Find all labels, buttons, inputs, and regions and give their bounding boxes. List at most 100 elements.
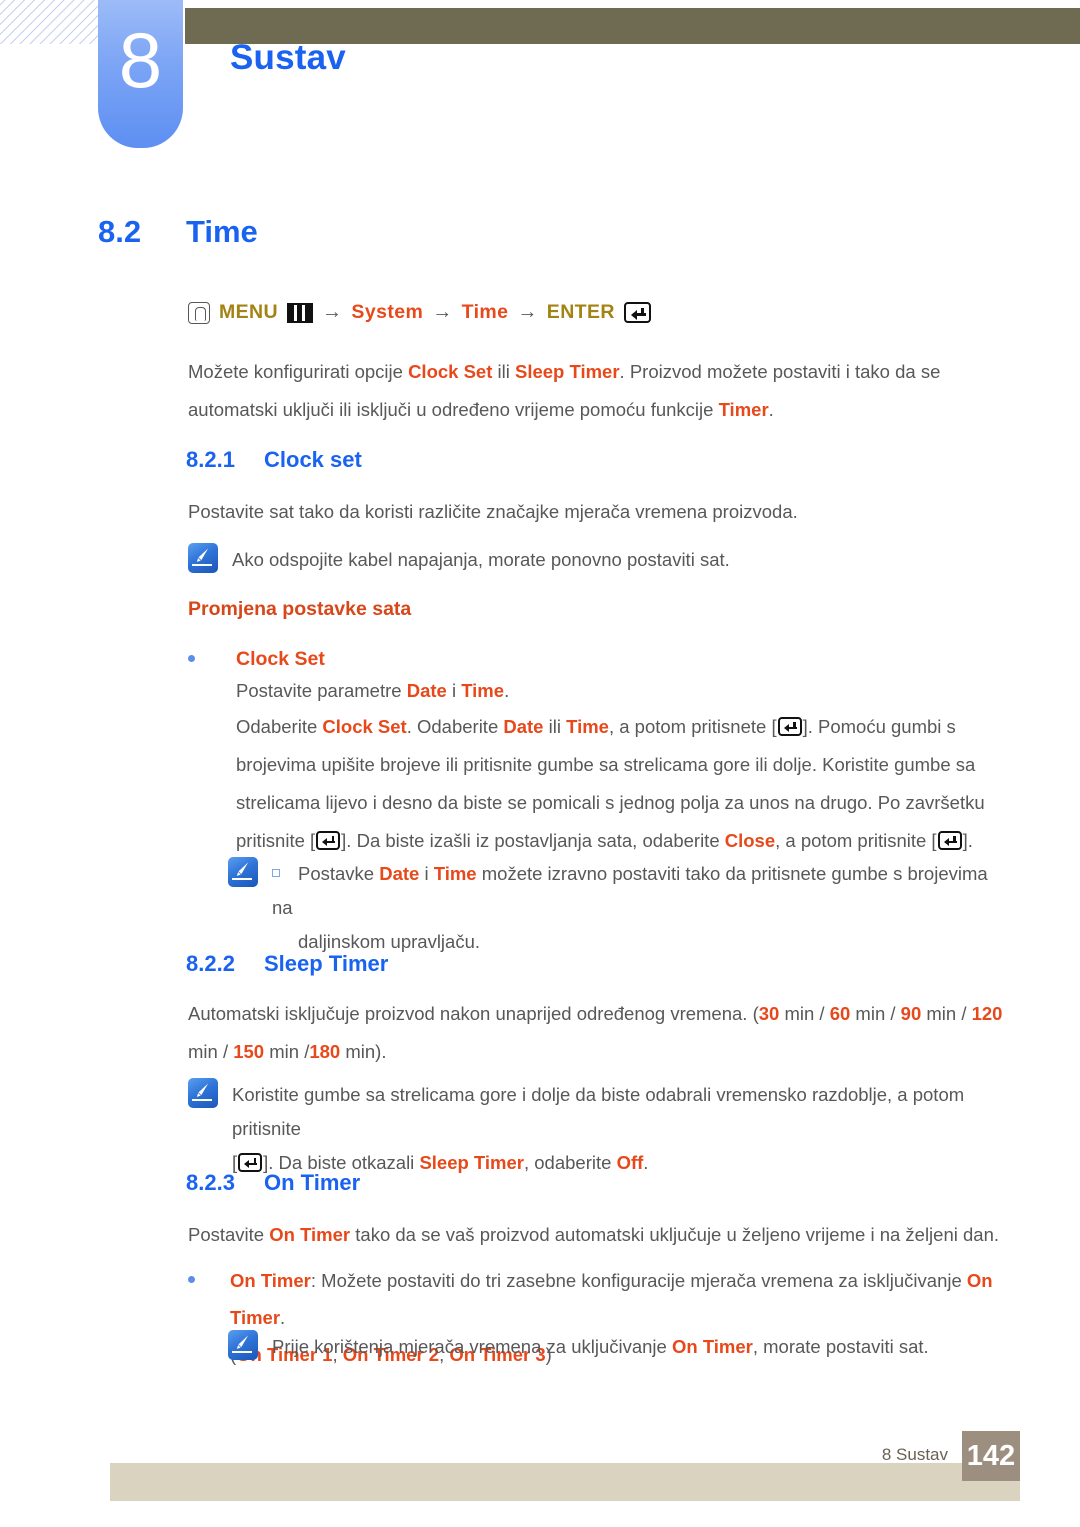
unit-4: min	[188, 1041, 218, 1062]
sleep-text-2: /	[222, 1041, 234, 1062]
arrow-icon-2: →	[432, 301, 453, 323]
bullet-dot-icon-2	[188, 1276, 195, 1283]
note-text-sleep: Koristite gumbe sa strelicama gore i dol…	[232, 1078, 1022, 1180]
keyword-off: Off	[616, 1152, 644, 1173]
sub-bullet-square-icon	[272, 869, 280, 877]
instr-text-2: . Odaberite	[406, 716, 504, 737]
menu-label: MENU	[219, 301, 279, 323]
unit-6: min).	[340, 1041, 387, 1062]
chapter-title: Sustav	[230, 38, 346, 77]
note-icon-rule	[192, 564, 212, 566]
sleep-note-text-4: .	[643, 1152, 649, 1173]
note-clock-set-1: Ako odspojite kabel napajanja, morate po…	[188, 543, 1018, 577]
note-text-on-timer: Prije korištenja mjerača vremena za uklj…	[272, 1330, 929, 1364]
clock-set-instructions: Odaberite Clock Set. Odaberite Date ili …	[236, 708, 1026, 860]
keyword-sleep-timer: Sleep Timer	[515, 361, 620, 382]
on-timer-note-text-2: , morate postaviti sat.	[752, 1336, 929, 1357]
subsection-number-822: 8.2.2	[186, 951, 235, 976]
footer-label: 8 Sustav	[881, 1445, 948, 1464]
subsection-heading-clock-set: 8.2.1 Clock set	[186, 447, 362, 473]
decorative-hatch-pattern	[0, 0, 110, 44]
pen-glyph-icon-2	[236, 862, 249, 876]
instr-text-8: izašli iz postavljanja sata, odaberite	[429, 830, 725, 851]
sleep-note-line1: Koristite gumbe sa strelicama gore i dol…	[232, 1084, 965, 1139]
keyword-close: Close	[724, 830, 776, 851]
intro-text-5: .	[768, 399, 774, 420]
sub-subheading-promjena: Promjena postavke sata	[188, 598, 412, 620]
sleep-note-text-3: , odaberite	[523, 1152, 617, 1173]
note-icon-rule-4	[232, 1351, 252, 1353]
keyword-time-2: Time	[566, 716, 609, 737]
intro-text-4: uključi ili isključi u određeno vrijeme …	[282, 399, 719, 420]
note-pen-icon-2	[228, 857, 258, 887]
subsection-title-on-timer: On Timer	[264, 1170, 361, 1195]
note-text-2: Postavke Date i Time možete izravno post…	[272, 857, 1012, 959]
instr-text-4: , a potom pritisnete [	[608, 716, 777, 737]
instr-text-10: ].	[962, 830, 973, 851]
instr-text-1: Odaberite	[236, 716, 323, 737]
unit-2: min /	[850, 1003, 901, 1024]
note-pen-icon-4	[228, 1330, 258, 1360]
note-icon-rule-2	[232, 878, 252, 880]
note-icon-rule-3	[192, 1099, 212, 1101]
option-30: 30	[758, 1003, 780, 1024]
subsection-number-821: 8.2.1	[186, 447, 235, 472]
unit-3: min /	[921, 1003, 972, 1024]
intro-paragraph: Možete konfigurirati opcije Clock Set il…	[188, 353, 1018, 429]
keyword-clock-set-2: Clock Set	[322, 716, 407, 737]
subsection-heading-on-timer: 8.2.3 On Timer	[186, 1170, 360, 1196]
menu-grid-icon	[287, 302, 314, 323]
section-title: Time	[186, 214, 258, 249]
document-page: 8 Sustav 8.2 Time MENU → System → Time → …	[0, 0, 1080, 1527]
sleep-timer-description: Automatski isključuje proizvod nakon una…	[188, 995, 1026, 1071]
keyword-time-3: Time	[433, 863, 477, 884]
keyword-on-timer: On Timer	[269, 1224, 351, 1245]
bullet-dot-icon	[188, 655, 195, 662]
sleep-text-1: Automatski isključuje proizvod nakon una…	[188, 1003, 759, 1024]
unit-1: min /	[779, 1003, 830, 1024]
on-timer-description: Postavite On Timer tako da se vaš proizv…	[188, 1216, 1026, 1254]
arrow-icon-1: →	[322, 301, 343, 323]
note-on-timer: Prije korištenja mjerača vremena za uklj…	[228, 1330, 1028, 1364]
keyword-date-2: Date	[503, 716, 544, 737]
subsection-number-823: 8.2.3	[186, 1170, 235, 1195]
on-timer-note-text-1: Prije korištenja mjerača vremena za uklj…	[272, 1336, 672, 1357]
enter-label: ENTER	[546, 301, 615, 323]
keyword-sleep-timer-2: Sleep Timer	[419, 1152, 524, 1173]
chapter-number-badge: 8	[98, 0, 183, 148]
note-text: Ako odspojite kabel napajanja, morate po…	[232, 549, 730, 570]
params-text-1: Postavite parametre	[236, 680, 407, 701]
keyword-timer: Timer	[718, 399, 769, 420]
pen-glyph-icon-4	[236, 1335, 249, 1349]
on-timer-text-1: Postavite	[188, 1224, 270, 1245]
intro-text-1: Možete konfigurirati opcije	[188, 361, 409, 382]
intro-text-2: ili	[492, 361, 515, 382]
keyword-date-3: Date	[379, 863, 420, 884]
option-180: 180	[309, 1041, 341, 1062]
enter-key-icon	[623, 302, 651, 323]
on-timer-text-2: tako da se vaš proizvod automatski uklju…	[350, 1224, 999, 1245]
enter-key-icon-inline-2	[316, 831, 341, 850]
keyword-date: Date	[406, 680, 447, 701]
subsection-heading-sleep-timer: 8.2.2 Sleep Timer	[186, 951, 388, 977]
instr-text-3: ili	[543, 716, 567, 737]
enter-key-icon-inline-3	[937, 831, 962, 850]
keyword-on-timer-4: On Timer	[671, 1336, 753, 1357]
footer-bar: 8 Sustav 142	[110, 1431, 1020, 1501]
option-150: 150	[233, 1041, 265, 1062]
keyword-on-timer-2: On Timer	[230, 1270, 311, 1291]
params-text-3: .	[504, 680, 510, 701]
on-timer-bullet-text-2: .	[280, 1307, 286, 1328]
page-number: 142	[962, 1431, 1020, 1481]
hand-press-icon	[188, 301, 210, 324]
clock-set-description: Postavite sat tako da koristi različite …	[188, 501, 798, 522]
note-clock-set-2: Postavke Date i Time možete izravno post…	[228, 857, 1028, 959]
section-number: 8.2	[98, 214, 142, 249]
unit-5: min /	[264, 1041, 310, 1062]
note2-text-1: Postavke	[298, 863, 380, 884]
note-pen-icon	[188, 543, 218, 573]
option-120: 120	[971, 1003, 1003, 1024]
enter-key-icon-inline-1	[777, 717, 802, 736]
clock-set-params-line: Postavite parametre Date i Time.	[236, 672, 1026, 710]
note2-text-4: daljinskom upravljaču.	[298, 931, 481, 952]
